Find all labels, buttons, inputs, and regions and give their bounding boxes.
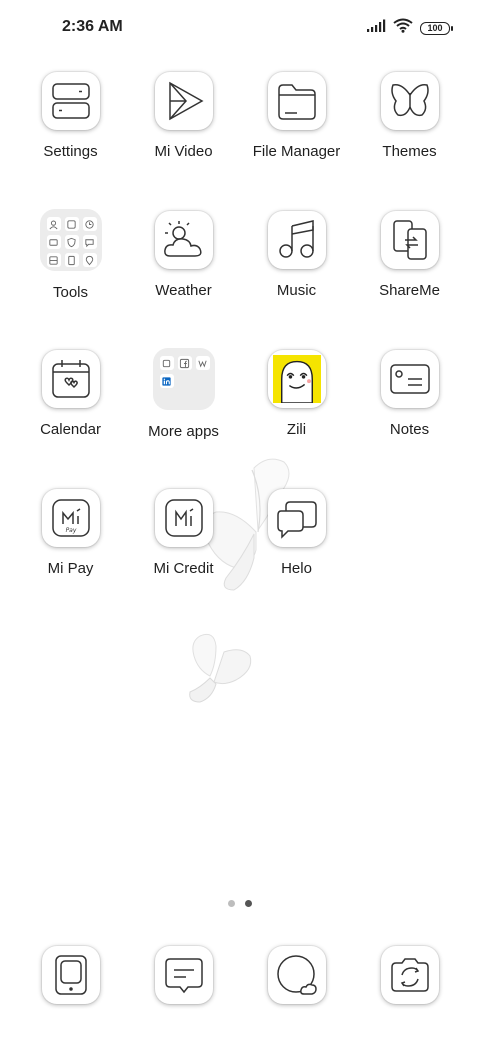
app-label: Zili — [286, 421, 307, 438]
app-label: Mi Credit — [153, 560, 214, 577]
tools-folder-icon — [39, 209, 102, 271]
dock-phone[interactable] — [14, 944, 127, 1004]
camera-icon — [380, 946, 439, 1004]
calculator-mini-icon — [64, 253, 79, 267]
app-label: Notes — [389, 421, 430, 438]
mi-pay-icon: Pay — [41, 489, 100, 547]
dock — [14, 944, 466, 1004]
app-mini-icon — [159, 356, 174, 370]
mi-credit-icon — [154, 489, 213, 547]
app-label: Music — [276, 282, 317, 299]
app-label: Mi Pay — [47, 560, 94, 577]
app-mi-pay[interactable]: Pay Mi Pay — [14, 487, 127, 626]
wps-office-mini-icon — [195, 356, 210, 370]
app-tools-folder[interactable]: Tools — [14, 209, 127, 348]
status-icons: 100 — [366, 18, 453, 38]
clock-mini-icon — [82, 217, 97, 231]
calendar-icon — [41, 350, 100, 408]
clock: 2:36 AM — [62, 18, 123, 35]
scanner-mini-icon — [46, 235, 61, 249]
page-dot-1[interactable] — [228, 900, 235, 907]
signal-icon — [366, 19, 386, 38]
app-calendar[interactable]: Calendar — [14, 348, 127, 487]
video-play-icon — [154, 72, 213, 130]
app-music[interactable]: Music — [240, 209, 353, 348]
app-label: Settings — [43, 143, 98, 160]
phone-icon — [41, 946, 100, 1004]
folder-icon — [267, 72, 326, 130]
app-mi-video[interactable]: Mi Video — [127, 70, 240, 209]
wifi-icon — [393, 18, 413, 38]
svg-text:Pay: Pay — [65, 527, 76, 534]
feedback-mini-icon — [82, 235, 97, 249]
app-helo[interactable]: Helo — [240, 487, 353, 626]
app-label: Themes — [382, 143, 437, 160]
page-dot-2-active[interactable] — [245, 900, 252, 907]
dock-messages[interactable] — [127, 944, 240, 1004]
facebook-mini-icon — [177, 356, 192, 370]
page-indicator — [0, 900, 480, 907]
share-transfer-icon — [380, 211, 439, 269]
linkedin-mini-icon — [159, 374, 174, 388]
app-label: Tools — [52, 284, 89, 301]
weather-cloud-sun-icon — [154, 211, 213, 269]
battery-indicator: 100 — [420, 21, 453, 35]
app-label: Mi Video — [154, 143, 213, 160]
dock-camera[interactable] — [353, 944, 466, 1004]
butterfly-icon — [380, 72, 439, 130]
app-label: Weather — [155, 282, 212, 299]
app-label: Calendar — [40, 421, 101, 438]
music-note-icon — [267, 211, 326, 269]
app-grid: Settings Mi Video File Manager Themes To… — [14, 70, 466, 626]
dock-browser[interactable] — [240, 944, 353, 1004]
app-label: ShareMe — [379, 282, 440, 299]
browser-icon — [267, 946, 326, 1004]
messages-icon — [154, 946, 213, 1004]
wallpaper-butterfly-small — [189, 633, 252, 703]
app-mi-credit[interactable]: Mi Credit — [127, 487, 240, 626]
chat-bubbles-icon — [267, 489, 326, 547]
app-label: File Manager — [252, 143, 341, 160]
app-themes[interactable]: Themes — [353, 70, 466, 209]
app-label: More apps — [148, 423, 219, 440]
compass-mini-icon — [46, 253, 61, 267]
app-zili[interactable]: Zili — [240, 348, 353, 487]
zili-ghost-icon — [267, 350, 326, 408]
recorder-mini-icon — [64, 217, 79, 231]
app-settings[interactable]: Settings — [14, 70, 127, 209]
app-notes[interactable]: Notes — [353, 348, 466, 487]
contacts-mini-icon — [46, 217, 61, 231]
app-label: Helo — [281, 560, 312, 577]
app-more-apps-folder[interactable]: More apps — [127, 348, 240, 487]
security-mini-icon — [64, 235, 79, 249]
status-bar: 2:36 AM 100 — [0, 0, 480, 56]
app-weather[interactable]: Weather — [127, 209, 240, 348]
notes-card-icon — [380, 350, 439, 408]
location-mini-icon — [82, 253, 97, 267]
app-file-manager[interactable]: File Manager — [240, 70, 353, 209]
settings-icon — [41, 72, 100, 130]
app-shareme[interactable]: ShareMe — [353, 209, 466, 348]
more-apps-folder-icon — [152, 348, 215, 410]
